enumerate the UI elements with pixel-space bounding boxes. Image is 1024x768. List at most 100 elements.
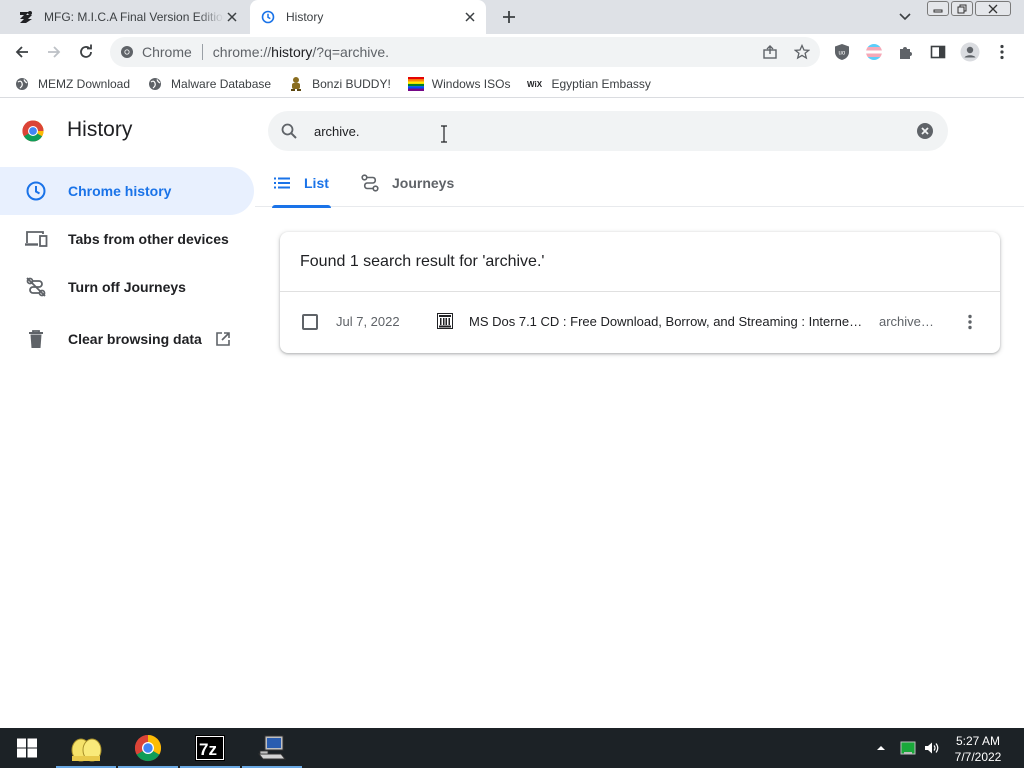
bookmark-label: Malware Database [171, 76, 272, 91]
system-clock[interactable]: 5:27 AM 7/7/2022 [944, 733, 1012, 765]
text-cursor-icon [441, 125, 447, 143]
url-text: chrome://history/?q=archive. [212, 44, 390, 60]
clear-search-icon[interactable] [916, 122, 934, 140]
computer-icon [257, 735, 287, 760]
tab-journeys[interactable]: Journeys [360, 159, 454, 207]
profile-avatar-icon[interactable] [958, 40, 982, 64]
file-explorer-taskbar-button[interactable] [56, 728, 116, 768]
restore-button[interactable] [951, 1, 973, 16]
bookmark-bonzi-buddy[interactable]: Bonzi BUDDY! [288, 72, 399, 96]
search-icon [281, 123, 297, 139]
svg-text:WiX: WiX [527, 80, 543, 89]
bookmark-label: Bonzi BUDDY! [312, 76, 391, 91]
windows-flag-icon [407, 76, 424, 92]
search-input[interactable] [314, 119, 894, 143]
tab-history[interactable]: History [250, 0, 486, 34]
sidebar-item-turn-off-journeys[interactable]: Turn off Journeys [0, 263, 254, 311]
address-bar[interactable]: Chrome chrome://history/?q=archive. [110, 37, 820, 67]
bookmark-egyptian-embassy[interactable]: WiX Egyptian Embassy [527, 72, 658, 96]
bookmark-malware-database[interactable]: Malware Database [147, 72, 279, 96]
tab-title: MFG: M.I.C.A Final Version Edition [44, 10, 224, 24]
omnibox-divider [201, 44, 203, 60]
history-tabs: List Journeys [255, 159, 1024, 208]
browser-toolbar: Chrome chrome://history/?q=archive. uo [0, 34, 1024, 70]
clock-icon [24, 179, 48, 203]
history-search-box[interactable] [268, 111, 948, 151]
globe-icon [147, 76, 163, 92]
close-icon[interactable] [224, 9, 240, 25]
history-page: History Chrome history Tabs from other d… [0, 99, 1024, 728]
entry-title-link[interactable]: MS Dos 7.1 CD : Free Download, Borrow, a… [469, 314, 864, 329]
svg-text:7z: 7z [199, 740, 217, 759]
clock-date: 7/7/2022 [954, 750, 1002, 764]
extensions-puzzle-icon[interactable] [894, 40, 918, 64]
tab-search-chevron-icon[interactable] [894, 8, 916, 26]
bookmark-windows-isos[interactable]: Windows ISOs [407, 72, 519, 96]
sidebar-item-clear-browsing-data[interactable]: Clear browsing data [0, 315, 254, 363]
entry-domain: archive.org [879, 314, 935, 329]
minimize-button[interactable] [927, 1, 949, 16]
tab-list[interactable]: List [272, 159, 331, 208]
bookmark-label: Egyptian Embassy [551, 76, 651, 91]
bonzi-icon [288, 76, 304, 92]
back-arrow-icon[interactable] [10, 40, 34, 64]
clock-time: 5:27 AM [955, 734, 1001, 748]
tab-title: History [286, 10, 324, 24]
wix-icon: WiX [527, 76, 543, 92]
sidebar-item-tabs-from-other-devices[interactable]: Tabs from other devices [0, 215, 254, 263]
tab-label: Journeys [392, 175, 455, 191]
computer-taskbar-button[interactable] [242, 728, 302, 768]
svg-text:uo: uo [839, 51, 846, 57]
globe-icon [14, 76, 30, 92]
mfg-favicon [18, 9, 34, 25]
chrome-site-icon [119, 44, 135, 60]
tray-overflow-icon[interactable] [874, 728, 888, 768]
archive-org-icon [437, 313, 453, 329]
tab-mfg[interactable]: MFG: M.I.C.A Final Version Edition [8, 0, 248, 34]
more-actions-icon[interactable] [960, 310, 980, 334]
file-explorer-icon [71, 738, 102, 762]
sidebar-item-chrome-history[interactable]: Chrome history [0, 167, 254, 215]
devices-icon [24, 227, 48, 251]
bookmark-label: Windows ISOs [431, 76, 511, 91]
journeys-icon [360, 173, 380, 193]
ublock-origin-icon[interactable]: uo [830, 40, 854, 64]
reload-icon[interactable] [74, 40, 98, 64]
entry-checkbox[interactable] [302, 314, 318, 330]
chrome-taskbar-button[interactable] [118, 728, 178, 768]
start-button[interactable] [0, 728, 54, 768]
results-header: Found 1 search result for 'archive.' [280, 232, 1000, 292]
volume-icon[interactable] [922, 728, 942, 768]
window-controls [927, 1, 1011, 16]
sidebar-item-label: Chrome history [68, 183, 172, 199]
close-icon[interactable] [462, 9, 478, 25]
share-icon[interactable] [760, 42, 780, 62]
bookmark-memz-download[interactable]: MEMZ Download [14, 72, 138, 96]
new-tab-button[interactable] [498, 6, 520, 28]
entry-date: Jul 7, 2022 [336, 314, 400, 329]
forward-arrow-icon[interactable] [42, 40, 66, 64]
bookmark-label: MEMZ Download [38, 76, 131, 91]
window-close-button[interactable] [975, 1, 1011, 16]
side-panel-icon[interactable] [926, 40, 950, 64]
kebab-menu-icon[interactable] [990, 40, 1014, 64]
chrome-icon [134, 734, 162, 762]
trash-icon [24, 327, 48, 351]
battery-icon[interactable] [898, 728, 918, 768]
chrome-logo-icon [22, 120, 44, 142]
sidebar-item-label: Tabs from other devices [68, 231, 229, 247]
windows-logo-icon [17, 738, 37, 758]
journeys-off-icon [24, 275, 48, 299]
page-title: History [67, 118, 133, 141]
sidebar-item-label: Turn off Journeys [68, 279, 186, 295]
list-icon [272, 173, 292, 193]
history-entry-row[interactable]: Jul 7, 2022 MS Dos 7.1 CD : Free Downloa… [280, 292, 1000, 353]
pride-extension-icon[interactable] [862, 40, 886, 64]
bookmark-star-icon[interactable] [792, 42, 812, 62]
external-link-icon [214, 330, 232, 348]
sidebar-item-label: Clear browsing data [68, 331, 202, 347]
windows-taskbar: 7z 5:27 AM 7/7/2022 [0, 728, 1024, 768]
7zip-taskbar-button[interactable]: 7z [180, 728, 240, 768]
history-clock-icon [260, 9, 276, 25]
results-card: Found 1 search result for 'archive.' Jul… [280, 232, 1000, 353]
